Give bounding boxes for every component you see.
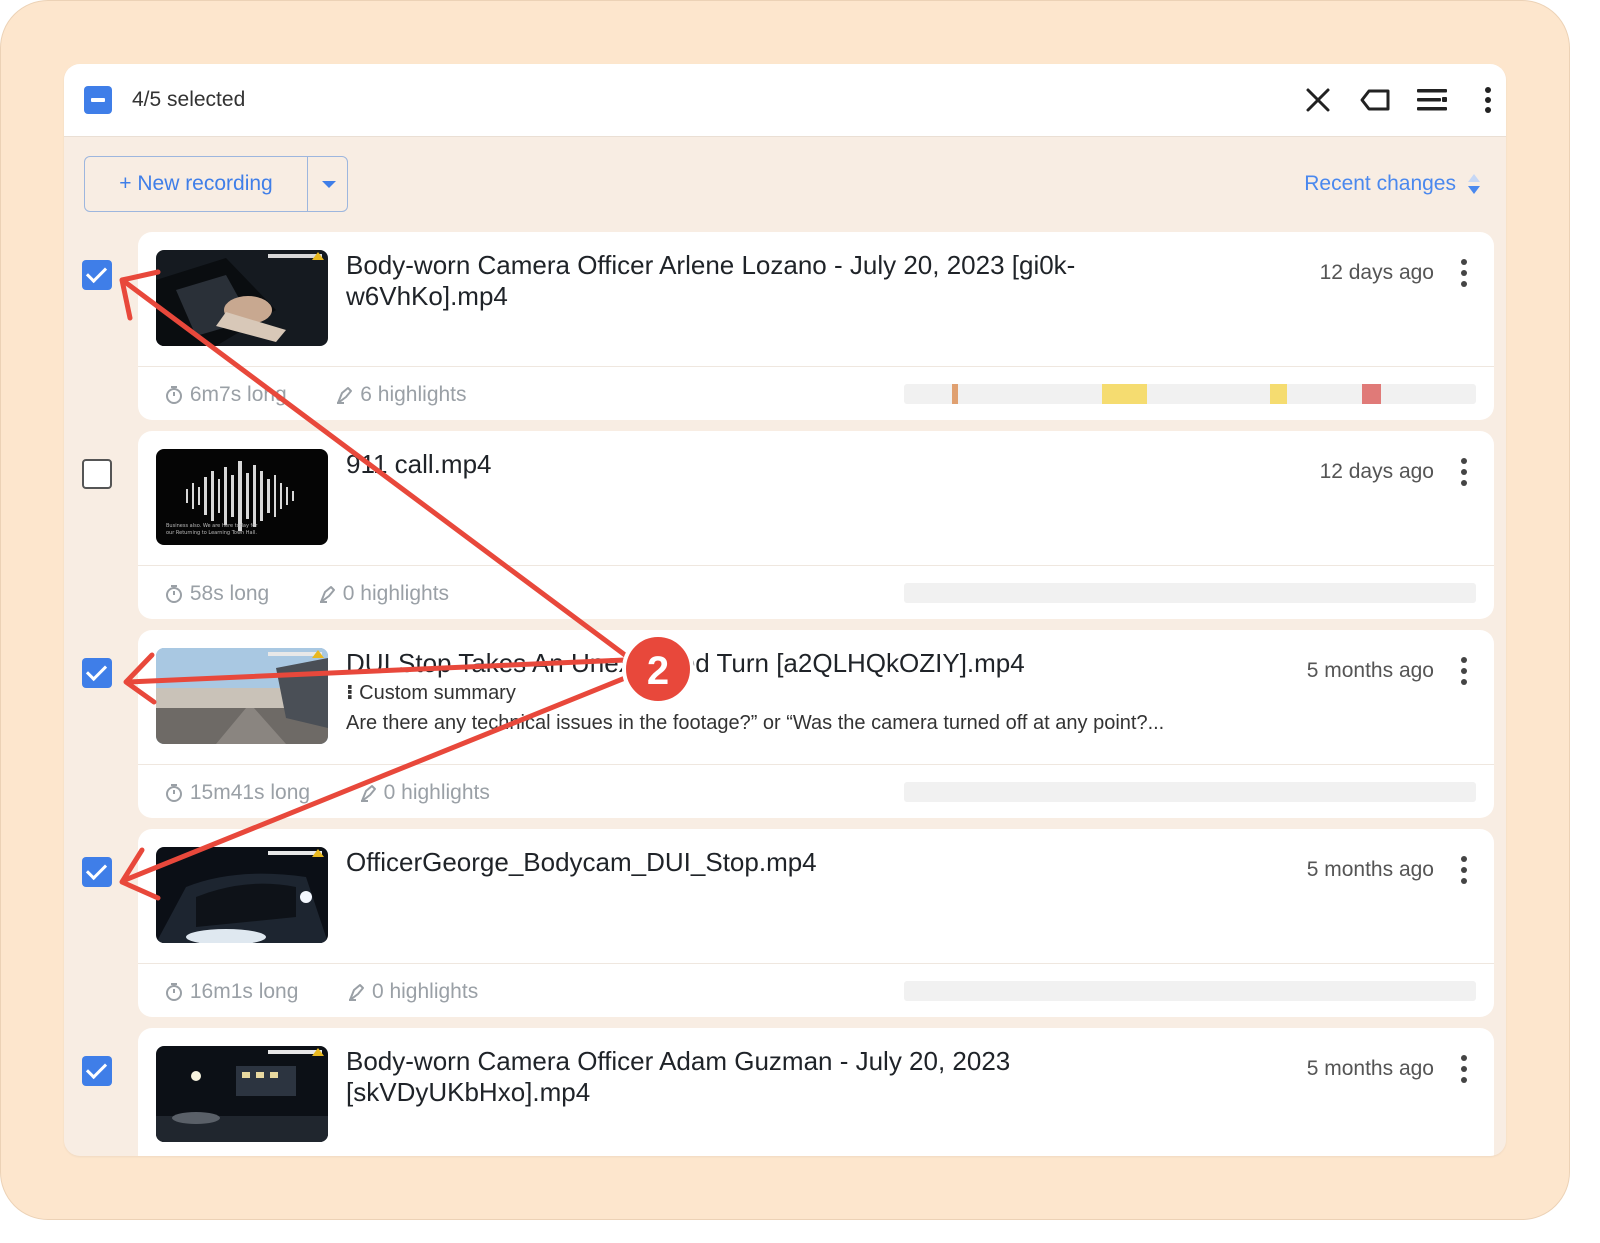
recording-title[interactable]: Body-worn Camera Officer Arlene Lozano -… (346, 250, 1166, 312)
recording-card[interactable]: Body-worn Camera Officer Adam Guzman - J… (138, 1028, 1494, 1156)
video-thumbnail (156, 847, 328, 943)
row-checkbox[interactable] (82, 658, 112, 688)
stopwatch-icon (166, 983, 182, 1002)
recording-duration: 16m1s long (189, 980, 299, 1004)
highlighter-icon (337, 387, 353, 405)
summary-text: Are there any technical issues in the fo… (346, 712, 1165, 734)
highlight-mark[interactable] (952, 384, 958, 404)
highlights-timeline[interactable] (904, 981, 1476, 1001)
recording-highlights: 0 highlights (371, 980, 479, 1004)
recording-time-ago: 5 months ago (1306, 1057, 1434, 1080)
card-divider (138, 565, 1494, 566)
recording-time-ago: 12 days ago (1319, 261, 1434, 284)
row-more-icon[interactable] (1454, 455, 1474, 489)
selection-toolbar: 4/5 selected (64, 64, 1506, 137)
recording-highlights: 6 highlights (360, 383, 467, 407)
close-icon[interactable] (1300, 82, 1336, 118)
recording-meta: 6m7s long 6 highlights (164, 382, 467, 408)
recording-time-ago: 12 days ago (1319, 460, 1434, 483)
recording-meta: 58s long 0 highlights (164, 581, 449, 607)
recording-title[interactable]: 911 call.mp4 (346, 449, 1166, 480)
selected-count: 4/5 selected (132, 88, 246, 111)
highlights-timeline[interactable] (904, 583, 1476, 603)
more-vertical-icon[interactable] (1470, 82, 1506, 118)
highlight-mark[interactable] (1270, 384, 1287, 404)
recording-meta: 16m1s long 0 highlights (164, 979, 478, 1005)
sort-dropdown[interactable]: Recent changes (1304, 170, 1482, 198)
recording-title[interactable]: Body-worn Camera Officer Adam Guzman - J… (346, 1046, 1166, 1108)
custom-summary-label: ⁝ Custom summary (346, 682, 516, 704)
recording-duration: 6m7s long (189, 383, 287, 407)
recording-duration: 15m41s long (189, 781, 311, 805)
stopwatch-icon (166, 585, 182, 604)
sort-label: Recent changes (1304, 172, 1456, 195)
row-more-icon[interactable] (1454, 1052, 1474, 1086)
stopwatch-icon (166, 386, 182, 405)
recording-card[interactable]: Body-worn Camera Officer Arlene Lozano -… (138, 232, 1494, 420)
highlighter-icon (360, 785, 376, 803)
video-thumbnail (156, 648, 328, 744)
row-more-icon[interactable] (1454, 256, 1474, 290)
recording-card[interactable]: DUI Stop Takes An Unexpected Turn [a2QLH… (138, 630, 1494, 818)
select-all-checkbox[interactable] (84, 86, 112, 114)
tag-icon[interactable] (1358, 82, 1394, 118)
new-recording-button[interactable]: + New recording (84, 156, 348, 212)
thumbnail-caption: Business also. We are here today for our… (166, 523, 258, 536)
recording-highlights: 0 highlights (342, 582, 450, 606)
card-divider (138, 963, 1494, 964)
recording-card[interactable]: Business also. We are here today for our… (138, 431, 1494, 619)
list-icon[interactable] (1414, 82, 1450, 118)
recording-highlights: 0 highlights (383, 781, 490, 805)
row-checkbox[interactable] (82, 1056, 112, 1086)
recording-time-ago: 5 months ago (1306, 858, 1434, 881)
row-more-icon[interactable] (1454, 853, 1474, 887)
new-recording-dropdown-toggle[interactable] (307, 157, 348, 211)
card-divider (138, 366, 1494, 367)
sort-icon (1468, 174, 1480, 194)
video-thumbnail (156, 250, 328, 346)
highlighter-icon (349, 984, 365, 1002)
row-checkbox[interactable] (82, 260, 112, 290)
recordings-panel: 4/5 selected + New recording Recent chan… (64, 64, 1506, 1156)
recording-title[interactable]: DUI Stop Takes An Unexpected Turn [a2QLH… (346, 648, 1346, 679)
card-divider (138, 764, 1494, 765)
recording-time-ago: 5 months ago (1306, 659, 1434, 682)
highlights-timeline[interactable] (904, 782, 1476, 802)
new-recording-label: + New recording (119, 172, 273, 195)
stopwatch-icon (166, 784, 182, 803)
recording-meta: 15m41s long 0 highlights (164, 780, 490, 806)
row-more-icon[interactable] (1454, 654, 1474, 688)
row-checkbox[interactable] (82, 857, 112, 887)
video-thumbnail (156, 1046, 328, 1142)
recording-card[interactable]: OfficerGeorge_Bodycam_DUI_Stop.mp4 5 mon… (138, 829, 1494, 1017)
recording-duration: 58s long (189, 582, 270, 606)
highlight-mark[interactable] (1102, 384, 1147, 404)
highlights-timeline[interactable] (904, 384, 1476, 404)
row-checkbox[interactable] (82, 459, 112, 489)
highlighter-icon (319, 586, 335, 604)
highlight-mark[interactable] (1362, 384, 1381, 404)
recording-title[interactable]: OfficerGeorge_Bodycam_DUI_Stop.mp4 (346, 847, 1166, 878)
summary-icon: ⁝ (346, 682, 360, 704)
audio-waveform-thumbnail: Business also. We are here today for our… (156, 449, 328, 545)
